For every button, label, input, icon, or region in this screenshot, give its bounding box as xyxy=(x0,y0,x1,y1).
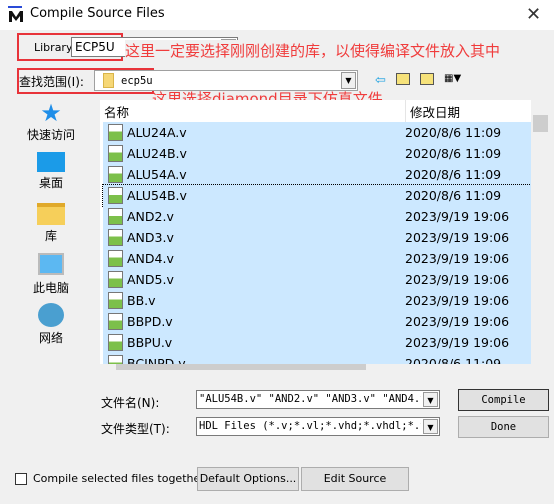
filetype-select[interactable]: HDL Files (*.v;*.vl;*.vhd;*.vhdl;*.vh ▼ xyxy=(196,417,440,436)
verilog-file-icon xyxy=(108,208,123,225)
file-row[interactable]: BBPU.v 2023/9/19 19:06 xyxy=(103,332,531,353)
verilog-file-icon xyxy=(108,187,123,204)
back-arrow-icon[interactable]: ⇦ xyxy=(375,73,386,88)
sidebar-item-quick-access[interactable]: ★ 快速访问 xyxy=(16,100,86,143)
file-name: AND2.v xyxy=(127,209,174,224)
file-date: 2020/8/6 11:09 xyxy=(405,125,502,140)
file-row[interactable]: BBPD.v 2023/9/19 19:06 xyxy=(103,311,531,332)
folder-icon xyxy=(103,73,114,88)
computer-icon xyxy=(38,253,64,275)
done-button[interactable]: Done xyxy=(458,416,549,438)
chevron-down-icon[interactable]: ▼ xyxy=(341,72,356,89)
library-folder-icon xyxy=(37,203,65,225)
sidebar-item-this-pc[interactable]: 此电脑 xyxy=(16,253,86,296)
library-value: ECP5U xyxy=(75,40,115,54)
view-menu-icon[interactable]: ▦▼ xyxy=(444,73,470,85)
verilog-file-icon xyxy=(108,271,123,288)
scrollbar-thumb[interactable] xyxy=(533,115,548,132)
verilog-file-icon xyxy=(108,124,123,141)
file-row[interactable]: BB.v 2023/9/19 19:06 xyxy=(103,290,531,311)
sidebar-item-label: 此电脑 xyxy=(32,281,69,295)
file-date: 2023/9/19 19:06 xyxy=(405,335,510,350)
file-row[interactable]: ALU24B.v 2020/8/6 11:09 xyxy=(103,143,531,164)
file-name: AND4.v xyxy=(127,251,174,266)
file-list[interactable]: 名称 修改日期 ALU24A.v 2020/8/6 11:09 ALU24B.v 20… xyxy=(100,100,551,370)
chevron-down-icon[interactable]: ▼ xyxy=(423,392,438,407)
compile-button[interactable]: Compile xyxy=(458,389,549,411)
file-name: ALU24A.v xyxy=(127,125,187,140)
file-name: BBPD.v xyxy=(127,314,173,329)
new-folder-icon[interactable] xyxy=(420,73,434,85)
sidebar-item-network[interactable]: 网络 xyxy=(16,303,86,346)
file-name: AND5.v xyxy=(127,272,174,287)
file-row[interactable]: AND4.v 2023/9/19 19:06 xyxy=(103,248,531,269)
file-date: 2023/9/19 19:06 xyxy=(405,272,510,287)
verilog-file-icon xyxy=(108,292,123,309)
network-icon xyxy=(38,303,64,327)
column-header-date[interactable]: 修改日期 xyxy=(410,102,460,121)
app-logo-icon xyxy=(8,6,23,22)
filename-input[interactable]: "ALU54B.v" "AND2.v" "AND3.v" "AND4.v" ▼ xyxy=(196,390,440,409)
sidebar-item-label: 网络 xyxy=(38,331,63,345)
chevron-down-icon[interactable]: ▼ xyxy=(423,419,438,434)
file-name: ALU24B.v xyxy=(127,146,187,161)
filetype-label: 文件类型(T): xyxy=(101,422,170,436)
star-icon: ★ xyxy=(40,99,62,127)
filetype-value: HDL Files (*.v;*.vl;*.vhd;*.vhdl;*.vh xyxy=(199,420,421,432)
verilog-file-icon xyxy=(108,334,123,351)
library-annotation: 这里一定要选择刚刚创建的库，以使得编译文件放入其中 xyxy=(125,40,501,61)
file-row[interactable]: AND2.v 2023/9/19 19:06 xyxy=(103,206,531,227)
sidebar-item-desktop[interactable]: 桌面 xyxy=(16,152,86,191)
file-date: 2023/9/19 19:06 xyxy=(405,251,510,266)
close-icon[interactable]: ✕ xyxy=(526,4,541,25)
file-row[interactable]: AND5.v 2023/9/19 19:06 xyxy=(103,269,531,290)
verilog-file-icon xyxy=(108,145,123,162)
filename-label: 文件名(N): xyxy=(101,396,160,410)
compile-together-label: Compile selected files together xyxy=(33,472,205,485)
horizontal-scrollbar[interactable] xyxy=(100,364,531,370)
file-date: 2023/9/19 19:06 xyxy=(405,314,510,329)
lookin-label: 查找范围(I): xyxy=(19,75,84,89)
file-row[interactable]: ALU54B.v 2020/8/6 11:09 xyxy=(102,184,532,207)
column-header-name[interactable]: 名称 xyxy=(104,102,129,121)
verilog-file-icon xyxy=(108,166,123,183)
file-row[interactable]: ALU24A.v 2020/8/6 11:09 xyxy=(103,122,531,143)
sidebar-item-label: 库 xyxy=(44,229,57,243)
file-date: 2023/9/19 19:06 xyxy=(405,209,510,224)
sidebar-item-label: 桌面 xyxy=(38,176,63,190)
file-name: BBPU.v xyxy=(127,335,173,350)
file-name: BB.v xyxy=(127,293,156,308)
file-date: 2023/9/19 19:06 xyxy=(405,293,510,308)
file-date: 2020/8/6 11:09 xyxy=(405,146,502,161)
sidebar-item-library[interactable]: 库 xyxy=(16,203,86,244)
vertical-scrollbar[interactable] xyxy=(531,100,551,370)
up-folder-icon[interactable] xyxy=(396,73,410,85)
verilog-file-icon xyxy=(108,313,123,330)
default-options-button[interactable]: Default Options... xyxy=(197,467,299,491)
filename-value: "ALU54B.v" "AND2.v" "AND3.v" "AND4.v" xyxy=(199,393,421,405)
sidebar-item-label: 快速访问 xyxy=(26,128,75,142)
scrollbar-thumb[interactable] xyxy=(116,364,366,370)
window-title: Compile Source Files xyxy=(30,6,165,21)
file-name: ALU54B.v xyxy=(127,188,187,203)
lookin-value: ecp5u xyxy=(121,75,153,87)
edit-source-button[interactable]: Edit Source xyxy=(301,467,409,491)
file-name: ALU54A.v xyxy=(127,167,187,182)
file-date: 2020/8/6 11:09 xyxy=(405,188,502,203)
file-row[interactable]: AND3.v 2023/9/19 19:06 xyxy=(103,227,531,248)
file-date: 2023/9/19 19:06 xyxy=(405,230,510,245)
verilog-file-icon xyxy=(108,229,123,246)
file-row[interactable]: ALU54A.v 2020/8/6 11:09 xyxy=(103,164,531,185)
library-label: Library: xyxy=(34,41,76,54)
compile-together-checkbox[interactable] xyxy=(15,473,27,485)
verilog-file-icon xyxy=(108,250,123,267)
desktop-icon xyxy=(37,152,65,172)
file-date: 2020/8/6 11:09 xyxy=(405,167,502,182)
file-name: AND3.v xyxy=(127,230,174,245)
